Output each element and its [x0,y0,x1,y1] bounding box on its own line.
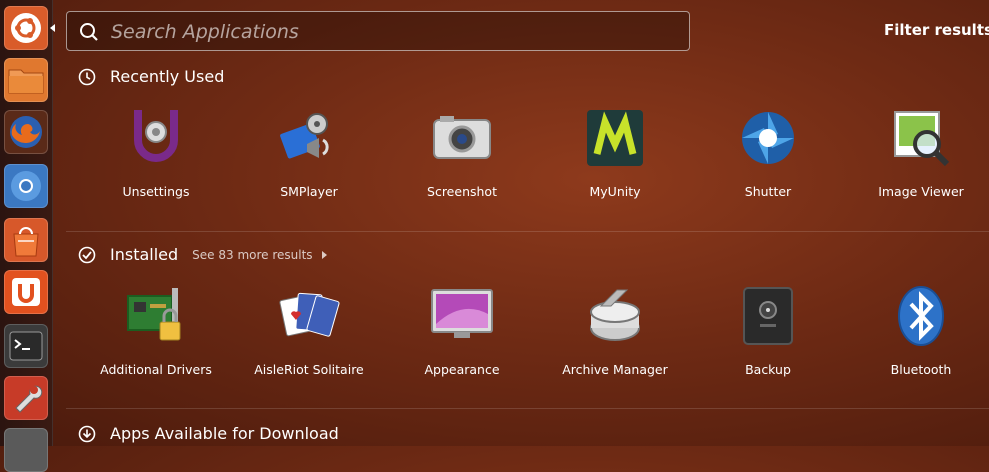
aisleriot-icon [279,292,340,337]
appearance-icon [431,289,493,338]
app-label: Archive Manager [562,362,668,377]
system-settings-icon [15,385,43,413]
terminal-icon [9,331,43,361]
launcher-unsettings[interactable] [4,270,48,314]
filter-results-button[interactable]: Filter results [884,21,989,39]
app-label: AisleRiot Solitaire [254,362,364,377]
search-icon [80,23,98,41]
chromium-icon [11,171,41,201]
bluetooth-icon [898,286,944,346]
app-label: Additional Drivers [100,362,212,377]
ubuntu-logo-icon [11,13,41,43]
app-image-viewer[interactable]: Image Viewer [856,106,986,199]
additional-drivers-icon [127,288,181,341]
app-archive-manager[interactable]: Archive Manager [550,284,680,377]
app-label: SMPlayer [280,184,338,199]
smplayer-icon [280,113,329,159]
active-pip [50,24,55,32]
app-aisleriot-solitaire[interactable]: AisleRiot Solitaire [244,284,374,377]
app-label: MyUnity [589,184,641,199]
app-myunity[interactable]: MyUnity [550,106,680,199]
dash-home-button[interactable] [4,6,48,50]
launcher-firefox[interactable] [4,110,48,154]
app-bluetooth[interactable]: Bluetooth [856,284,986,377]
unsettings-icon [12,278,40,306]
category-recently-used[interactable]: Recently Used [78,67,224,86]
category-apps-for-download[interactable]: Apps Available for Download [78,424,339,443]
shutter-icon [742,112,794,164]
category-title: Apps Available for Download [110,424,339,443]
launcher [0,0,55,472]
app-label: Image Viewer [878,184,964,199]
image-viewer-icon [894,111,950,167]
firefox-icon [10,116,42,148]
archive-manager-icon [590,289,640,341]
app-shutter[interactable]: Shutter [703,106,833,199]
app-additional-drivers[interactable]: Additional Drivers [91,284,221,377]
search-bar[interactable] [66,11,690,51]
app-label: Backup [745,362,791,377]
launcher-chromium[interactable] [4,164,48,208]
launcher-software-center[interactable] [4,218,48,262]
divider [66,231,989,232]
clock-icon [78,68,96,85]
app-label: Unsettings [122,184,190,199]
chevron-right-icon [321,250,327,259]
app-backup[interactable]: Backup [703,284,833,377]
app-screenshot[interactable]: Screenshot [397,106,527,199]
app-appearance[interactable]: Appearance [397,284,527,377]
category-title: Installed [110,245,179,264]
launcher-files[interactable] [4,58,48,102]
backup-icon [743,287,793,345]
category-installed[interactable]: Installed See 83 more results [78,245,327,264]
app-label: Bluetooth [890,362,952,377]
launcher-system-settings[interactable] [4,376,48,420]
files-icon [8,69,44,94]
app-label: Screenshot [427,184,497,199]
app-unsettings[interactable]: Unsettings [91,106,221,199]
myunity-icon [587,110,643,166]
divider [66,408,989,409]
launcher-more[interactable] [4,428,48,472]
search-input[interactable] [109,18,673,46]
category-title: Recently Used [110,67,225,86]
app-label: Appearance [424,362,500,377]
software-center-icon [13,227,39,257]
download-icon [78,425,96,442]
screenshot-icon [433,116,491,159]
see-more-results-link[interactable]: See 83 more results [192,248,312,262]
check-circle-icon [78,246,96,263]
app-smplayer[interactable]: SMPlayer [244,106,374,199]
unsettings-icon [134,110,178,162]
app-label: Shutter [744,184,792,199]
launcher-terminal[interactable] [4,324,48,368]
